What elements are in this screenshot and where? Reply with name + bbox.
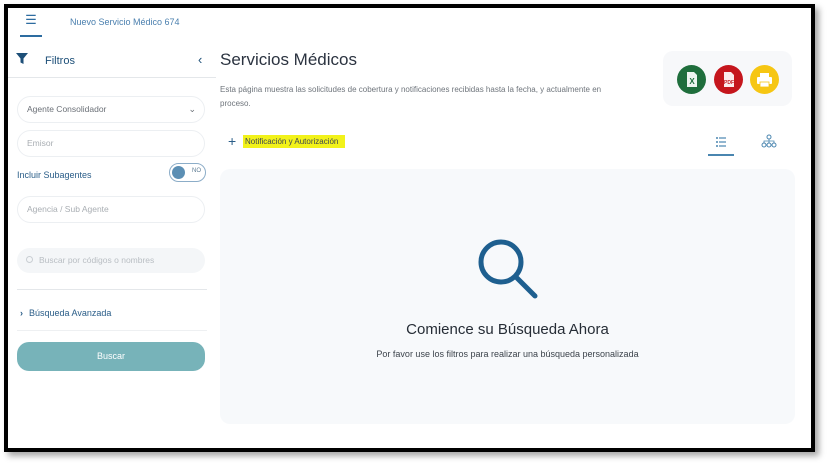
divider xyxy=(8,77,216,78)
magnifier-icon xyxy=(478,239,538,299)
plus-icon: + xyxy=(228,133,237,149)
list-view-icon[interactable] xyxy=(708,132,734,152)
print-icon[interactable] xyxy=(750,65,779,94)
app-window: ☰ Nuevo Servicio Médico 674 Filtros ‹ Ag… xyxy=(4,4,815,452)
toggle-state-label: NO xyxy=(192,168,201,174)
chevron-left-icon[interactable]: ‹ xyxy=(198,52,202,67)
codes-search-input[interactable]: Buscar por códigos o nombres xyxy=(17,248,205,273)
search-icon xyxy=(26,256,33,263)
advanced-search-label: Búsqueda Avanzada xyxy=(29,308,112,318)
chevron-down-icon: ⌄ xyxy=(188,104,196,114)
hamburger-icon[interactable]: ☰ xyxy=(20,10,42,32)
filter-icon xyxy=(16,53,28,64)
top-bar: ☰ Nuevo Servicio Médico 674 xyxy=(8,8,811,38)
export-toolbar: X PDF xyxy=(663,51,792,106)
filters-title: Filtros xyxy=(45,55,75,67)
agente-consolidador-select[interactable]: Agente Consolidador ⌄ xyxy=(17,96,205,123)
divider xyxy=(17,330,207,331)
excel-icon[interactable]: X xyxy=(677,65,706,94)
page-description: Esta página muestra las solicitudes de c… xyxy=(220,85,602,108)
pdf-icon[interactable]: PDF xyxy=(714,65,743,94)
subagentes-label: Incluir Subagentes xyxy=(17,170,92,180)
agente-select-value: Agente Consolidador xyxy=(27,104,107,114)
notification-label: Notificación y Autorización xyxy=(243,135,346,148)
empty-state-subtitle: Por favor use los filtros para realizar … xyxy=(376,349,639,359)
page-title: Servicios Médicos xyxy=(220,50,357,69)
divider xyxy=(17,289,207,290)
filters-sidebar: Filtros ‹ Agente Consolidador ⌄ Emisor I… xyxy=(8,44,216,448)
app-title[interactable]: Nuevo Servicio Médico 674 xyxy=(70,17,180,27)
emisor-field[interactable]: Emisor xyxy=(17,130,205,157)
chevron-right-icon: › xyxy=(20,308,23,318)
codes-search-placeholder: Buscar por códigos o nombres xyxy=(39,255,155,265)
emisor-placeholder: Emisor xyxy=(27,138,54,148)
excel-letter: X xyxy=(689,77,695,86)
agencia-field[interactable]: Agencia / Sub Agente xyxy=(17,196,205,223)
advanced-search-toggle[interactable]: › Búsqueda Avanzada xyxy=(20,308,111,318)
empty-state-title: Comience su Búsqueda Ahora xyxy=(406,321,609,338)
agencia-placeholder: Agencia / Sub Agente xyxy=(27,204,109,214)
active-tab-indicator xyxy=(20,35,42,37)
tree-view-icon[interactable] xyxy=(760,132,778,150)
subagentes-toggle[interactable]: NO xyxy=(169,163,206,182)
toggle-knob xyxy=(172,166,185,179)
search-button[interactable]: Buscar xyxy=(17,342,205,371)
active-view-indicator xyxy=(708,154,734,156)
pdf-letter: PDF xyxy=(724,80,734,86)
results-panel: Comience su Búsqueda Ahora Por favor use… xyxy=(220,169,795,424)
